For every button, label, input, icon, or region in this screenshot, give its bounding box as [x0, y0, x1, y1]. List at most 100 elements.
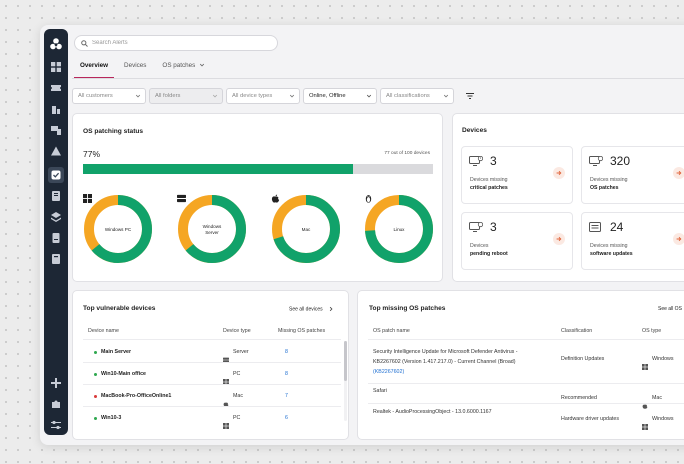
- tile-os-patches[interactable]: 320 Devices missing OS patches: [581, 146, 684, 204]
- go-arrow-button[interactable]: [673, 233, 684, 245]
- integrations-icon[interactable]: [50, 377, 62, 389]
- row-divider: [368, 383, 684, 384]
- customers-filter[interactable]: All customers: [72, 88, 146, 104]
- apple-icon: [223, 394, 229, 407]
- header-divider: [368, 339, 684, 340]
- column-header: Classification: [561, 328, 593, 334]
- device-type: PC: [233, 415, 241, 421]
- missing-patches-link[interactable]: 7: [285, 393, 288, 399]
- donut-label: Windows PC: [104, 227, 132, 233]
- tile-pending-reboot[interactable]: 3 Devices pending reboot: [461, 212, 573, 270]
- tab-devices[interactable]: Devices: [116, 56, 154, 78]
- device-name-link[interactable]: Main Server: [101, 349, 131, 355]
- scrollbar-thumb[interactable]: [344, 341, 347, 381]
- buildings-icon[interactable]: [50, 103, 62, 115]
- missing-patches-link[interactable]: 8: [285, 371, 288, 377]
- patched-count-label: 77 out of 100 devices: [384, 151, 430, 156]
- windows-icon: [642, 417, 648, 430]
- link-label: See all devices: [289, 306, 323, 313]
- missing-patches-link[interactable]: 6: [285, 415, 288, 421]
- device-name-link[interactable]: Win10-Main office: [101, 371, 146, 377]
- tile-description: Devices missing critical patches: [470, 176, 508, 192]
- patch-classification: Hardware driver updates: [561, 416, 619, 422]
- go-arrow-button[interactable]: [553, 233, 565, 245]
- folders-filter[interactable]: All folders: [149, 88, 223, 104]
- tab-label: Overview: [80, 62, 109, 69]
- donut-windows-server[interactable]: Windows Server: [177, 194, 247, 264]
- filter-value: All classifications: [386, 93, 430, 99]
- tile-line2: OS patches: [590, 185, 619, 192]
- monitor-update-icon: [589, 156, 603, 166]
- tab-bar: Overview Devices OS patches: [72, 56, 213, 78]
- os-patching-status-card: OS patching status 77% 77 out of 100 dev…: [72, 113, 443, 282]
- tile-software-updates[interactable]: 24 Devices missing software updates: [581, 212, 684, 270]
- tab-os-patches[interactable]: OS patches: [154, 56, 213, 78]
- classifications-filter[interactable]: All classifications: [380, 88, 454, 104]
- tile-line1: Devices missing: [590, 177, 628, 183]
- puzzle-icon[interactable]: [50, 398, 62, 410]
- dashboard-icon[interactable]: [50, 61, 62, 73]
- see-all-os-link[interactable]: See all OS: [658, 306, 682, 312]
- document-icon[interactable]: [50, 232, 62, 244]
- filter-value: All device types: [232, 93, 273, 99]
- patch-os-type: Windows: [652, 356, 674, 362]
- go-arrow-button[interactable]: [553, 167, 565, 179]
- search-input[interactable]: [92, 40, 272, 46]
- missing-patches-link[interactable]: 8: [285, 349, 288, 355]
- row-divider: [83, 362, 341, 363]
- go-arrow-button[interactable]: [673, 167, 684, 179]
- device-name-link[interactable]: MacBook-Pro-OfficeOnline1: [101, 393, 171, 399]
- tab-label: Devices: [124, 62, 147, 69]
- card-title: Top vulnerable devices: [83, 305, 156, 312]
- patch-name-line: Realtek - AudioProcessingObject - 13.0.6…: [373, 409, 492, 415]
- tile-description: Devices pending reboot: [470, 242, 508, 258]
- filter-bar: All customers All folders All device typ…: [72, 88, 457, 104]
- link-label: See all OS: [658, 306, 682, 312]
- reports-icon[interactable]: [50, 190, 62, 202]
- windows-icon: [642, 357, 648, 370]
- progress-fill: [83, 164, 353, 174]
- patch-management-icon[interactable]: [50, 169, 62, 181]
- column-header: OS type: [642, 328, 662, 334]
- column-header: OS patch name: [373, 328, 410, 334]
- donut-windows-pc[interactable]: Windows PC: [83, 194, 153, 264]
- top-vulnerable-devices-card: Top vulnerable devices See all devices D…: [72, 290, 349, 440]
- book-icon[interactable]: [50, 253, 62, 265]
- server-icon: [223, 350, 229, 363]
- windows-icon: [83, 194, 92, 203]
- donut-linux[interactable]: Linux: [364, 194, 434, 264]
- windows-icon: [223, 416, 229, 429]
- app-window: Overview Devices OS patches All customer…: [40, 25, 684, 445]
- donut-label: Mac: [301, 227, 311, 233]
- tab-overview[interactable]: Overview: [72, 56, 116, 78]
- server-icon: [177, 194, 186, 203]
- donut-mac[interactable]: Mac: [271, 194, 341, 264]
- tile-number: 3: [490, 154, 497, 168]
- search-bar[interactable]: [74, 35, 278, 51]
- logo-icon: [50, 38, 62, 50]
- filter-value: All customers: [78, 93, 113, 99]
- status-dot: [94, 351, 97, 354]
- tile-number: 3: [490, 220, 497, 234]
- filter-icon[interactable]: [465, 91, 475, 101]
- patching-progress-bar: [83, 164, 433, 174]
- status-dot: [94, 373, 97, 376]
- kb-link[interactable]: (KB2267602): [373, 369, 404, 375]
- tickets-icon[interactable]: [50, 82, 62, 94]
- card-title: OS patching status: [83, 128, 144, 135]
- donut-label: Windows Server: [202, 224, 222, 235]
- software-update-icon: [589, 222, 601, 232]
- devices-icon[interactable]: [50, 124, 62, 136]
- layers-icon[interactable]: [50, 211, 62, 223]
- card-title: Devices: [462, 127, 487, 134]
- device-types-filter[interactable]: All device types: [226, 88, 300, 104]
- settings-sliders-icon[interactable]: [50, 419, 62, 431]
- see-all-devices-link[interactable]: See all devices: [289, 306, 334, 312]
- chevron-right-icon: [329, 306, 333, 312]
- tile-line1: Devices missing: [590, 243, 628, 249]
- device-name-link[interactable]: Win10-3: [101, 415, 121, 421]
- arrow-right-icon: [676, 170, 682, 176]
- status-filter[interactable]: Online, Offline: [303, 88, 377, 104]
- alerts-icon[interactable]: [50, 145, 62, 157]
- tile-critical-patches[interactable]: 3 Devices missing critical patches: [461, 146, 573, 204]
